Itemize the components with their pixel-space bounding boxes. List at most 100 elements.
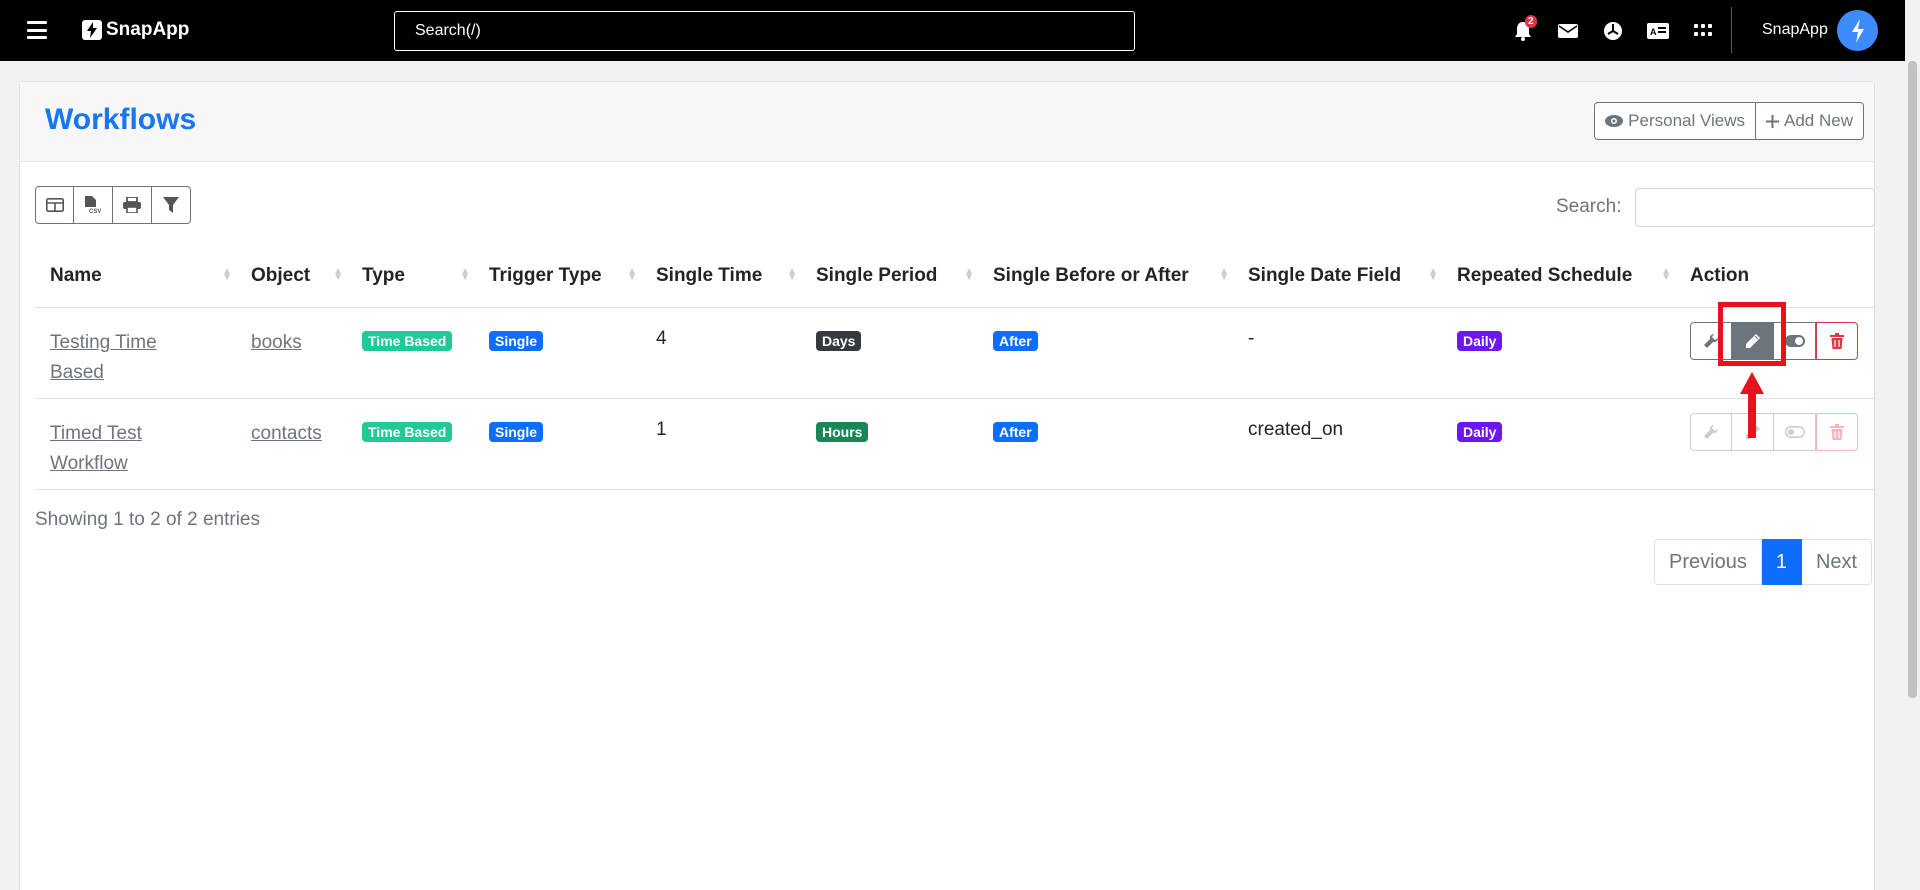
global-search-placeholder: Search(/) bbox=[415, 22, 481, 39]
column-header-label: Trigger Type bbox=[489, 264, 602, 286]
page-scrollbar[interactable] bbox=[1905, 0, 1920, 890]
filter-button[interactable] bbox=[152, 186, 191, 224]
name-line: Based bbox=[50, 361, 104, 383]
wrench-icon bbox=[1704, 333, 1719, 348]
name-line: Workflow bbox=[50, 452, 128, 474]
configure-button[interactable] bbox=[1690, 321, 1732, 360]
card-header: Workflows Personal Views Add New bbox=[20, 82, 1874, 162]
sort-icon: ▲ ▼ bbox=[460, 266, 470, 283]
printer-icon bbox=[123, 197, 141, 213]
bell-icon[interactable]: 2 bbox=[1500, 15, 1545, 44]
column-header-label: Name bbox=[50, 264, 102, 286]
type-badge: Time Based bbox=[362, 330, 453, 351]
object-link[interactable]: books bbox=[251, 332, 302, 353]
single-period-badge: Hours bbox=[816, 421, 869, 442]
next-page-button[interactable]: Next bbox=[1801, 539, 1873, 585]
top-navbar: SnapApp Search(/) 2 A SnapApp bbox=[0, 0, 1920, 61]
toggle-icon bbox=[1784, 425, 1805, 438]
page-1-button[interactable]: 1 bbox=[1761, 539, 1802, 585]
column-header-label: Repeated Schedule bbox=[1457, 264, 1633, 286]
toggle-active-button[interactable] bbox=[1774, 412, 1816, 451]
repeated-schedule-badge: Daily bbox=[1457, 421, 1503, 442]
trash-icon bbox=[1830, 332, 1844, 349]
sort-icon: ▲ ▼ bbox=[964, 266, 974, 283]
filter-icon bbox=[163, 197, 179, 213]
trigger-type-badge: Single bbox=[489, 330, 544, 351]
toggle-active-button[interactable] bbox=[1774, 321, 1816, 360]
pencil-icon bbox=[1745, 424, 1760, 439]
global-search-input[interactable]: Search(/) bbox=[394, 11, 1135, 51]
single-period-badge: Days bbox=[816, 330, 862, 351]
name-line: Timed Test bbox=[50, 422, 142, 444]
delete-button[interactable] bbox=[1816, 321, 1858, 360]
navbar-divider bbox=[1731, 7, 1732, 53]
sort-icon: ▲ ▼ bbox=[333, 266, 343, 283]
repeated-schedule-badge: Daily bbox=[1457, 330, 1503, 351]
plus-icon bbox=[1766, 114, 1780, 128]
sort-icon: ▲ ▼ bbox=[787, 266, 797, 283]
edit-button[interactable] bbox=[1732, 412, 1774, 451]
table-toolbar: CSV bbox=[35, 186, 191, 224]
previous-page-button[interactable]: Previous bbox=[1654, 539, 1762, 585]
column-header-single-period[interactable]: Single Period ▲ ▼ bbox=[801, 245, 978, 308]
print-button[interactable] bbox=[113, 186, 152, 224]
name-line: Testing Time bbox=[50, 331, 157, 353]
sort-icon: ▲ ▼ bbox=[627, 266, 637, 283]
column-header-object[interactable]: Object ▲ ▼ bbox=[236, 245, 347, 308]
column-header-label: Action bbox=[1690, 264, 1750, 286]
single-time-cell: 1 bbox=[641, 398, 801, 490]
scrollbar-thumb[interactable] bbox=[1908, 61, 1917, 698]
table-row: Timed Test Workflow contacts Time Based S… bbox=[35, 398, 1876, 490]
hamburger-menu-icon[interactable] bbox=[27, 21, 47, 39]
personal-views-button[interactable]: Personal Views bbox=[1594, 102, 1757, 140]
table-icon bbox=[45, 198, 64, 212]
workflow-name-link[interactable]: Timed Test Workflow bbox=[50, 423, 142, 474]
row-actions bbox=[1690, 412, 1861, 451]
column-header-single-time[interactable]: Single Time ▲ ▼ bbox=[641, 245, 801, 308]
column-header-trigger-type[interactable]: Trigger Type ▲ ▼ bbox=[474, 245, 641, 308]
envelope-icon[interactable] bbox=[1545, 18, 1590, 44]
type-badge: Time Based bbox=[362, 421, 453, 442]
brand-logo[interactable]: SnapApp bbox=[82, 19, 189, 41]
configure-button[interactable] bbox=[1690, 412, 1732, 451]
object-link[interactable]: contacts bbox=[251, 423, 322, 444]
column-header-label: Single Time bbox=[656, 264, 763, 286]
workflow-name-link[interactable]: Testing Time Based bbox=[50, 332, 157, 383]
column-visibility-button[interactable] bbox=[35, 186, 74, 224]
export-csv-button[interactable]: CSV bbox=[74, 186, 113, 224]
column-header-name[interactable]: Name ▲ ▼ bbox=[35, 245, 236, 308]
column-header-type[interactable]: Type ▲ ▼ bbox=[347, 245, 474, 308]
user-avatar-lightning-icon[interactable] bbox=[1837, 10, 1878, 51]
personal-views-label: Personal Views bbox=[1628, 111, 1746, 130]
column-header-single-date-field[interactable]: Single Date Field ▲ ▼ bbox=[1233, 245, 1442, 308]
page-title: Workflows bbox=[45, 103, 197, 136]
toggle-icon bbox=[1784, 334, 1805, 347]
column-header-single-before-after[interactable]: Single Before or After ▲ ▼ bbox=[978, 245, 1233, 308]
user-name[interactable]: SnapApp bbox=[1762, 21, 1828, 39]
table-row: Testing Time Based books Time Based Singl… bbox=[35, 307, 1876, 399]
sort-icon: ▲ ▼ bbox=[222, 266, 232, 283]
column-header-label: Type bbox=[362, 264, 405, 286]
apps-grid-icon[interactable] bbox=[1680, 18, 1725, 44]
id-card-icon[interactable]: A bbox=[1635, 18, 1680, 44]
notification-count-badge: 2 bbox=[1525, 15, 1537, 28]
brand-name: SnapApp bbox=[106, 19, 190, 40]
edit-button[interactable] bbox=[1732, 321, 1774, 360]
column-header-label: Single Period bbox=[816, 264, 938, 286]
single-time-cell: 4 bbox=[641, 307, 801, 399]
workflows-card: Workflows Personal Views Add New CSV Sea… bbox=[19, 81, 1876, 890]
column-header-label: Object bbox=[251, 264, 311, 286]
workflows-table: Name ▲ ▼ Object ▲ ▼ Type ▲ ▼ Trigger Type ▲ ▼ Si… bbox=[35, 245, 1876, 490]
trigger-type-badge: Single bbox=[489, 421, 544, 442]
add-new-button[interactable]: Add New bbox=[1756, 102, 1864, 140]
row-actions bbox=[1690, 321, 1861, 360]
column-header-repeated-schedule[interactable]: Repeated Schedule ▲ ▼ bbox=[1442, 245, 1675, 308]
dashboard-icon[interactable] bbox=[1590, 18, 1635, 44]
delete-button[interactable] bbox=[1816, 412, 1858, 451]
entries-info: Showing 1 to 2 of 2 entries bbox=[35, 509, 260, 530]
sort-icon: ▲ ▼ bbox=[1219, 266, 1229, 283]
svg-text:CSV: CSV bbox=[89, 209, 101, 214]
eye-icon bbox=[1605, 115, 1624, 127]
table-search-input[interactable] bbox=[1635, 188, 1875, 227]
wrench-icon bbox=[1704, 424, 1719, 439]
